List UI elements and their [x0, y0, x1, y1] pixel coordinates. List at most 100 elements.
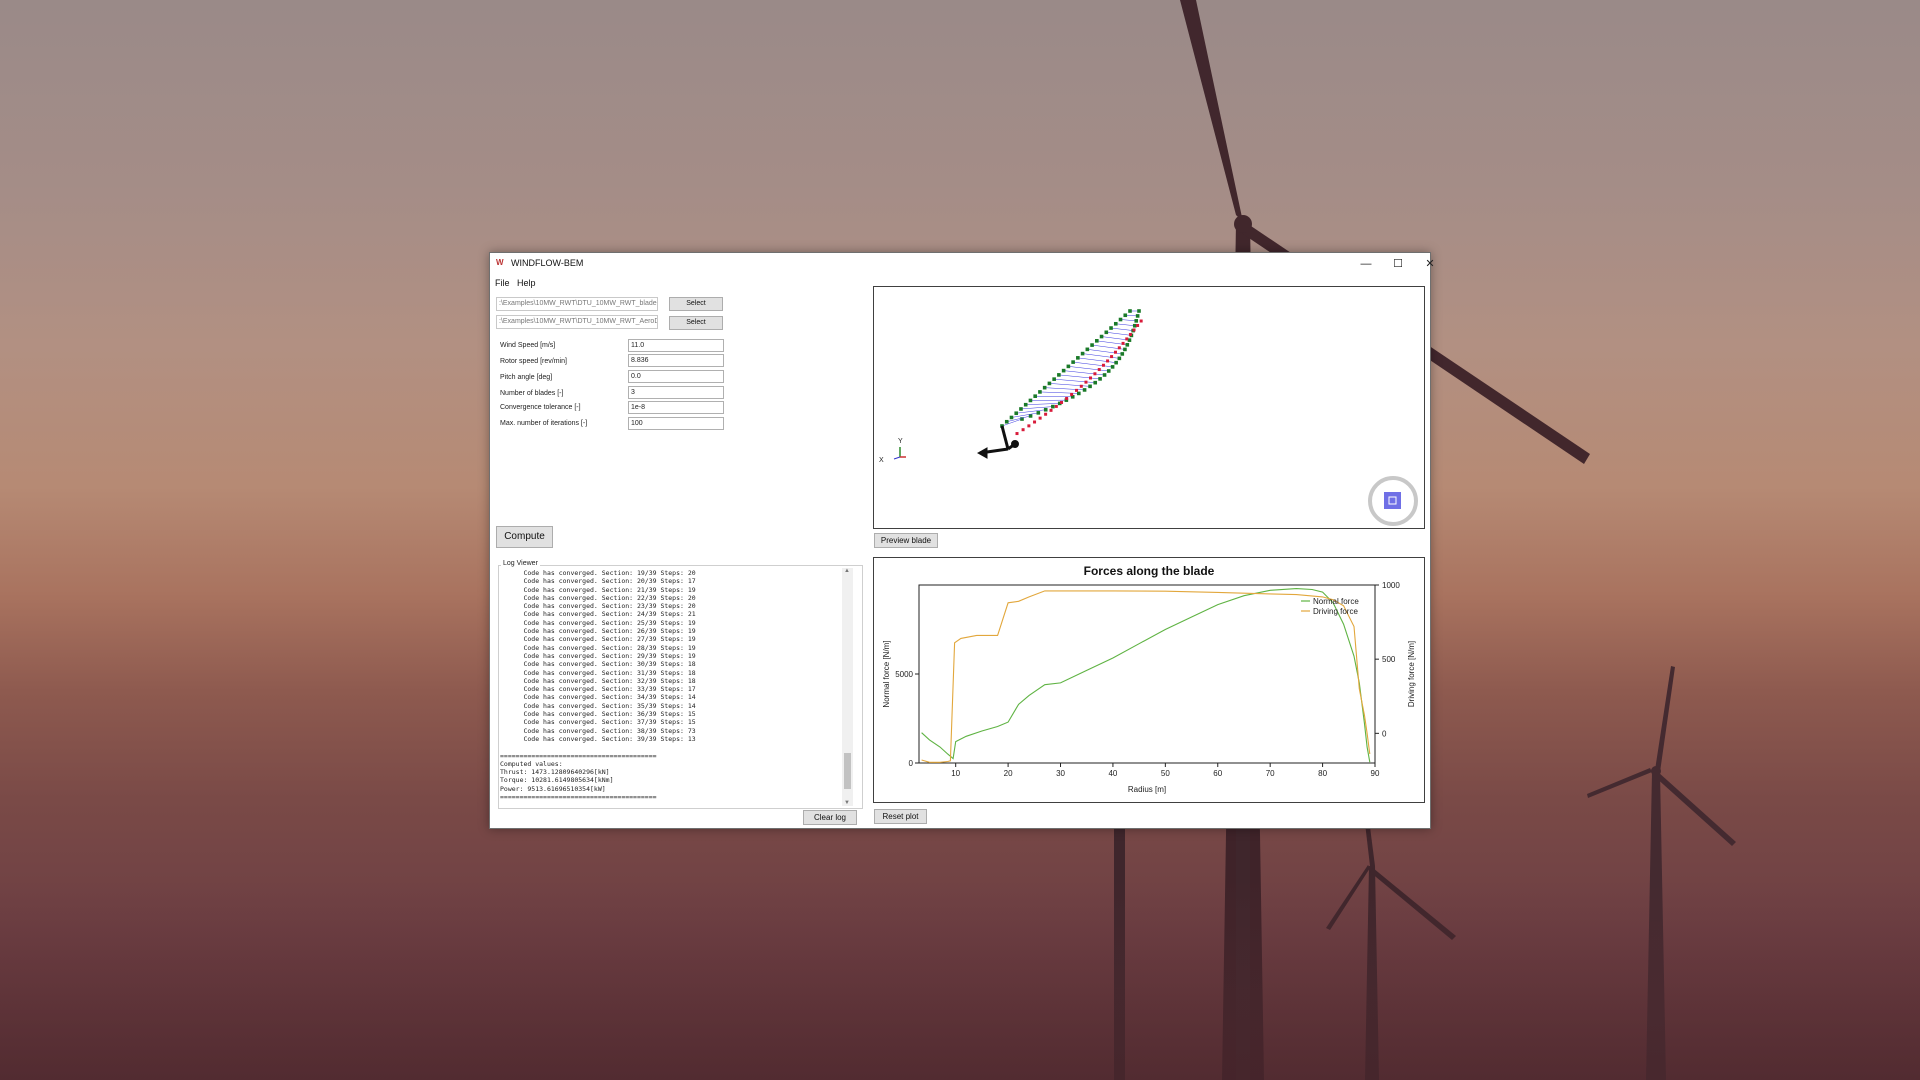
edge-marker [1057, 373, 1061, 377]
log-line: Code has converged. Section: 30/39 Steps… [500, 660, 696, 669]
blade-section-line [1058, 374, 1101, 380]
blade-section-line [1063, 370, 1105, 376]
y2-tick-label: 0 [1382, 729, 1387, 738]
select-blade-button[interactable]: Select [669, 297, 723, 311]
app-window: W WINDFLOW-BEM — ☐ ✕ File Help :\Example… [489, 252, 1435, 829]
y-axis-label: Normal force [N/m] [882, 640, 891, 707]
pitch-axis-marker [1132, 328, 1136, 332]
x-axis-label: Radius [m] [1128, 785, 1166, 794]
edge-marker [1036, 411, 1041, 415]
chart-legend: Normal force Driving force [1301, 597, 1359, 616]
log-line: Code has converged. Section: 29/39 Steps… [500, 651, 696, 660]
max-iterations-input[interactable]: 100 [628, 417, 724, 430]
pitch-axis-marker [1121, 341, 1125, 345]
log-text[interactable]: Code has converged. Section: 19/39 Steps… [500, 569, 840, 807]
log-line: Code has converged. Section: 24/39 Steps… [500, 610, 696, 619]
log-line: Code has converged. Section: 20/39 Steps… [500, 577, 696, 586]
number-of-blades-input[interactable]: 3 [628, 386, 724, 399]
log-scrollbar[interactable]: ▲ ▼ [842, 568, 853, 806]
blade-section-line [1101, 336, 1130, 341]
menu-file[interactable]: File [495, 278, 510, 288]
x-tick-label: 90 [1371, 769, 1380, 778]
forces-plot-panel[interactable]: Forces along the blade 10 20 30 40 50 60 70 80 9… [873, 557, 1425, 803]
x-tick-label: 70 [1266, 769, 1275, 778]
log-line: Thrust: 1473.12809640296[kN] [500, 768, 610, 777]
plot-area [918, 584, 1376, 764]
pitch-axis-marker [1125, 337, 1129, 341]
log-scroll-thumb[interactable] [844, 753, 851, 789]
scroll-down-icon[interactable]: ▼ [844, 800, 850, 806]
close-button[interactable]: ✕ [1414, 253, 1446, 275]
blade-3d-view[interactable]: Y X [874, 287, 1424, 528]
rotor-speed-input[interactable]: 8.836 [628, 354, 724, 367]
edge-marker [1033, 394, 1037, 398]
param-label: Pitch angle [deg] [500, 374, 553, 381]
edge-marker [1042, 385, 1047, 390]
pitch-axis-marker [1054, 404, 1058, 408]
pitch-axis-marker [1128, 332, 1132, 336]
menu-help[interactable]: Help [517, 278, 536, 288]
title-bar[interactable]: W WINDFLOW-BEM — ☐ ✕ [490, 253, 1435, 275]
pitch-axis-marker [1033, 420, 1037, 424]
log-line: Code has converged. Section: 21/39 Steps… [500, 585, 696, 594]
pitch-axis-marker [1097, 368, 1101, 372]
minimize-button[interactable]: — [1350, 253, 1382, 275]
edge-marker [1123, 313, 1128, 318]
blade-section-line [1077, 357, 1117, 363]
maximize-button[interactable]: ☐ [1382, 253, 1414, 275]
edge-marker [1090, 343, 1094, 347]
compute-button[interactable]: Compute [496, 526, 553, 548]
pitch-axis-marker [1049, 408, 1053, 412]
x-tick-label: 50 [1161, 769, 1170, 778]
pitch-axis-marker [1044, 412, 1048, 416]
pitch-axis-marker [1065, 396, 1069, 400]
aero-file-path[interactable]: :\Examples\10MW_RWT\DTU_10MW_RWT_AeroDyn [496, 315, 658, 329]
log-line: Code has converged. Section: 28/39 Steps… [500, 643, 696, 652]
x-tick-label: 10 [951, 769, 960, 778]
edge-marker [1137, 309, 1141, 313]
pitch-axis-marker [1136, 323, 1140, 327]
edge-marker [1052, 377, 1056, 381]
edge-marker [1023, 402, 1028, 407]
y-axis-left: 0 5000 [895, 670, 919, 768]
edge-marker [1043, 407, 1048, 412]
pitch-axis-marker [1070, 392, 1074, 396]
clear-log-button[interactable]: Clear log [803, 810, 857, 825]
blade-section-line [1106, 332, 1132, 336]
preview-blade-button[interactable]: Preview blade [874, 533, 938, 548]
param-label: Convergence tolerance [-] [500, 404, 581, 411]
y-tick-label: 0 [909, 759, 914, 768]
app-icon: W [496, 258, 504, 267]
axis-x-label: X [879, 457, 884, 464]
scroll-up-icon[interactable]: ▲ [844, 568, 850, 574]
select-aero-button[interactable]: Select [669, 316, 723, 330]
blade-preview-panel[interactable]: Y X [873, 286, 1425, 529]
log-line: Code has converged. Section: 19/39 Steps… [500, 569, 696, 577]
edge-marker [1104, 330, 1109, 335]
blade-file-path[interactable]: :\Examples\10MW_RWT\DTU_10MW_RWT_blade.d… [496, 297, 658, 311]
convergence-tolerance-input[interactable]: 1e-8 [628, 401, 724, 414]
view-cube[interactable] [1368, 476, 1418, 526]
pitch-angle-input[interactable]: 0.0 [628, 370, 724, 383]
blade-section-line [1073, 361, 1113, 368]
log-line: ======================================== [500, 793, 657, 802]
log-line: Code has converged. Section: 39/39 Steps… [500, 734, 696, 743]
param-label: Wind Speed [m/s] [500, 342, 556, 349]
log-line: Code has converged. Section: 33/39 Steps… [500, 685, 696, 694]
edge-marker [1019, 407, 1023, 411]
log-line: Code has converged. Section: 32/39 Steps… [500, 676, 696, 685]
forces-chart[interactable]: Forces along the blade 10 20 30 40 50 60 70 80 9… [874, 558, 1424, 802]
log-viewer-label: Log Viewer [501, 560, 540, 567]
legend-normal-force: Normal force [1313, 597, 1359, 606]
reset-plot-button[interactable]: Reset plot [874, 809, 927, 824]
edge-marker [1114, 360, 1118, 365]
param-label: Rotor speed [rev/min] [500, 358, 567, 365]
blade-section-line [1111, 327, 1134, 331]
pitch-axis-marker [1021, 428, 1025, 432]
pitch-axis-marker [1101, 363, 1105, 367]
wind-speed-input[interactable]: 11.0 [628, 339, 724, 352]
edge-marker [1061, 368, 1066, 373]
pitch-axis-marker [1075, 388, 1079, 392]
edge-marker [1071, 360, 1075, 364]
